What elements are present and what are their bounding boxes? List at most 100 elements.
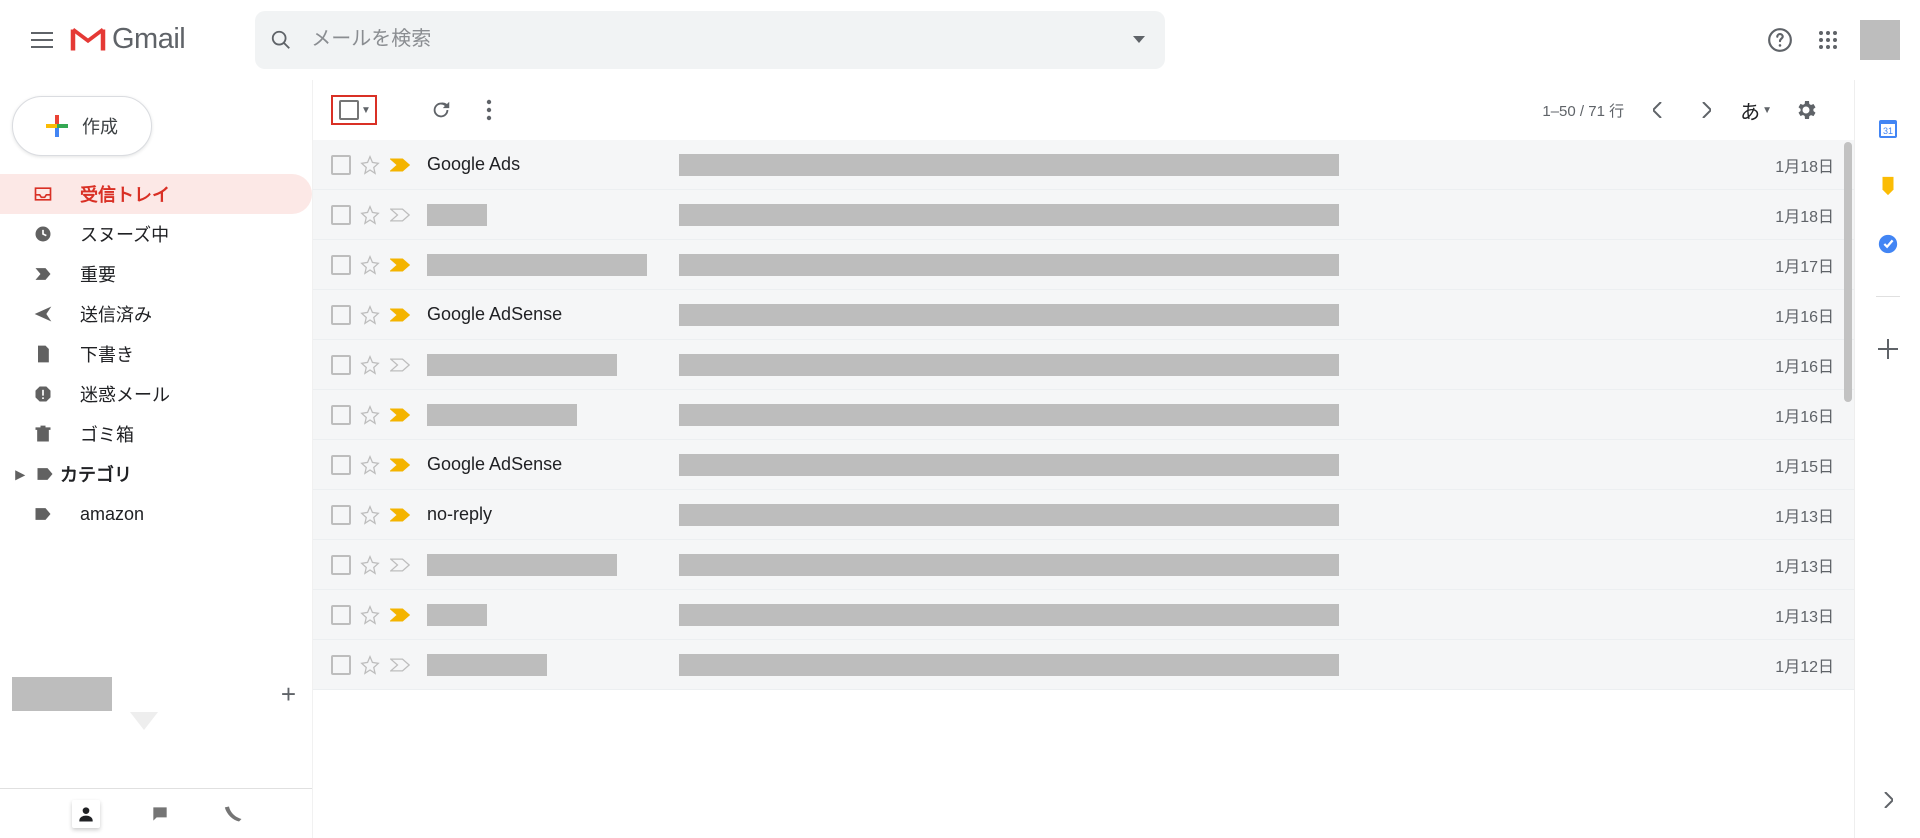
mail-row[interactable]: Google AdSense1月16日 <box>313 290 1854 340</box>
mail-subject-redacted <box>679 354 1339 376</box>
sidebar-item-category[interactable]: ▸カテゴリ <box>0 454 312 494</box>
get-addons-button[interactable] <box>1876 337 1900 361</box>
star-button[interactable] <box>359 655 381 675</box>
mail-row[interactable]: 1月18日 <box>313 190 1854 240</box>
star-button[interactable] <box>359 405 381 425</box>
mail-checkbox[interactable] <box>331 355 351 375</box>
mail-checkbox[interactable] <box>331 605 351 625</box>
sidebar: 作成 受信トレイスヌーズ中重要送信済み下書き迷惑メールゴミ箱▸カテゴリ amazo… <box>0 80 312 838</box>
mail-sender-redacted <box>427 204 487 226</box>
star-button[interactable] <box>359 455 381 475</box>
importance-marker[interactable] <box>389 208 411 222</box>
importance-marker[interactable] <box>389 308 411 322</box>
sidebar-item-important[interactable]: 重要 <box>0 254 312 294</box>
mail-row[interactable]: 1月12日 <box>313 640 1854 690</box>
mail-row[interactable]: 1月17日 <box>313 240 1854 290</box>
page-count: 1–50 / 71 行 <box>1542 100 1624 121</box>
importance-marker[interactable] <box>389 158 411 172</box>
more-vert-icon <box>486 99 492 121</box>
main-menu-button[interactable] <box>18 16 66 64</box>
compose-button[interactable]: 作成 <box>12 96 152 156</box>
star-button[interactable] <box>359 605 381 625</box>
mail-row[interactable]: 1月16日 <box>313 390 1854 440</box>
scrollbar-thumb[interactable] <box>1844 142 1852 402</box>
mail-row[interactable]: no-reply1月13日 <box>313 490 1854 540</box>
mail-subject-redacted <box>679 454 1339 476</box>
importance-marker[interactable] <box>389 558 411 572</box>
mail-list: Google Ads1月18日 1月18日 1月17日 Google AdSense1… <box>313 140 1854 838</box>
hangouts-contacts-tab[interactable] <box>72 800 100 828</box>
keep-addon[interactable] <box>1876 174 1900 198</box>
calendar-icon: 31 <box>1876 116 1900 140</box>
mail-date: 1月17日 <box>1775 253 1834 277</box>
star-button[interactable] <box>359 505 381 525</box>
apps-button[interactable] <box>1804 16 1852 64</box>
mail-checkbox[interactable] <box>331 655 351 675</box>
search-icon[interactable] <box>269 28 293 52</box>
mail-row[interactable]: 1月16日 <box>313 340 1854 390</box>
mail-checkbox[interactable] <box>331 155 351 175</box>
sidebar-item-label: amazon <box>80 504 144 525</box>
mail-row[interactable]: Google Ads1月18日 <box>313 140 1854 190</box>
star-button[interactable] <box>359 555 381 575</box>
tasks-addon[interactable] <box>1876 232 1900 256</box>
hangouts-chat-tab[interactable] <box>146 800 174 828</box>
sidebar-item-sent[interactable]: 送信済み <box>0 294 312 334</box>
mail-checkbox[interactable] <box>331 205 351 225</box>
mail-checkbox[interactable] <box>331 405 351 425</box>
input-tools-button[interactable]: あ ▼ <box>1734 92 1778 129</box>
mail-row[interactable]: Google AdSense1月15日 <box>313 440 1854 490</box>
calendar-addon[interactable]: 31 <box>1876 116 1900 140</box>
sidebar-item-drafts[interactable]: 下書き <box>0 334 312 374</box>
mail-checkbox[interactable] <box>331 555 351 575</box>
mail-row[interactable]: 1月13日 <box>313 590 1854 640</box>
mail-sender-redacted <box>427 404 577 426</box>
star-button[interactable] <box>359 305 381 325</box>
search-options-button[interactable] <box>1127 28 1151 52</box>
search-input[interactable] <box>311 28 1109 51</box>
next-page-button[interactable] <box>1686 90 1726 130</box>
mail-row[interactable]: 1月13日 <box>313 540 1854 590</box>
mail-checkbox[interactable] <box>331 505 351 525</box>
gear-icon <box>1794 98 1818 122</box>
importance-marker[interactable] <box>389 608 411 622</box>
new-chat-button[interactable]: + <box>281 679 296 710</box>
file-icon <box>32 343 54 365</box>
select-all-dropdown[interactable]: ▼ <box>361 105 371 116</box>
sidebar-item-trash[interactable]: ゴミ箱 <box>0 414 312 454</box>
mail-checkbox[interactable] <box>331 455 351 475</box>
sidebar-item-spam[interactable]: 迷惑メール <box>0 374 312 414</box>
star-button[interactable] <box>359 205 381 225</box>
star-button[interactable] <box>359 155 381 175</box>
settings-button[interactable] <box>1786 90 1826 130</box>
importance-marker[interactable] <box>389 358 411 372</box>
prev-page-button[interactable] <box>1638 90 1678 130</box>
star-button[interactable] <box>359 255 381 275</box>
search-bar[interactable] <box>255 11 1165 69</box>
sidebar-item-snoozed[interactable]: スヌーズ中 <box>0 214 312 254</box>
importance-marker[interactable] <box>389 258 411 272</box>
hangouts-call-tab[interactable] <box>220 800 248 828</box>
account-avatar[interactable] <box>1860 20 1900 60</box>
sidebar-item-inbox[interactable]: 受信トレイ <box>0 174 312 214</box>
star-button[interactable] <box>359 355 381 375</box>
sidebar-item-label: カテゴリ <box>60 461 132 487</box>
plus-icon <box>1878 339 1898 359</box>
mail-date: 1月18日 <box>1775 203 1834 227</box>
importance-marker[interactable] <box>389 658 411 672</box>
importance-marker[interactable] <box>389 458 411 472</box>
select-all-checkbox[interactable] <box>339 100 359 120</box>
mail-checkbox[interactable] <box>331 255 351 275</box>
importance-marker[interactable] <box>389 508 411 522</box>
refresh-button[interactable] <box>421 90 461 130</box>
sidebar-item-amazon[interactable]: amazon <box>0 494 312 534</box>
importance-marker[interactable] <box>389 408 411 422</box>
phone-icon <box>224 804 244 824</box>
support-button[interactable] <box>1756 16 1804 64</box>
keep-icon <box>1877 175 1899 197</box>
collapse-panel-button[interactable] <box>1868 780 1908 820</box>
gmail-logo[interactable]: Gmail <box>70 23 185 56</box>
more-button[interactable] <box>469 90 509 130</box>
nav-list: 受信トレイスヌーズ中重要送信済み下書き迷惑メールゴミ箱▸カテゴリ amazon <box>0 174 312 534</box>
mail-checkbox[interactable] <box>331 305 351 325</box>
